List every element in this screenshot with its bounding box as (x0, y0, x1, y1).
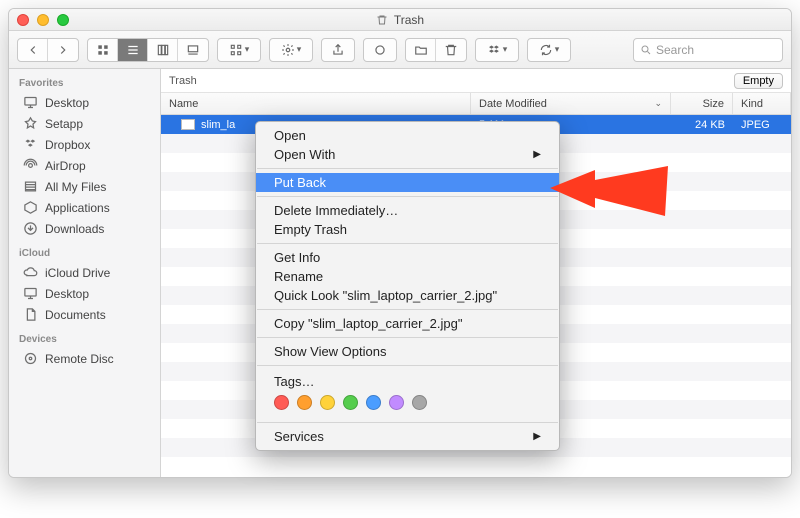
ctx-empty-trash[interactable]: Empty Trash (256, 220, 559, 239)
tag-orange-icon[interactable] (297, 395, 312, 410)
list-view-button[interactable] (118, 39, 148, 61)
toolbar: ▾ ▾ ▾ ▾ Search (9, 31, 791, 69)
column-view-button[interactable] (148, 39, 178, 61)
minimize-icon[interactable] (37, 14, 49, 26)
sidebar-section-favorites: Favorites (9, 69, 160, 92)
ctx-copy[interactable]: Copy "slim_laptop_carrier_2.jpg" (256, 314, 559, 333)
window-title-text: Trash (394, 13, 424, 27)
col-size[interactable]: Size (671, 93, 733, 114)
ctx-rename[interactable]: Rename (256, 267, 559, 286)
ctx-tags[interactable]: Tags… (274, 374, 541, 389)
ctx-separator (257, 309, 558, 310)
nav-back-forward (17, 38, 79, 62)
sidebar-item-downloads[interactable]: Downloads (9, 218, 160, 239)
tags-button[interactable] (363, 38, 397, 62)
folder-actions (405, 38, 467, 62)
tag-gray-icon[interactable] (412, 395, 427, 410)
sidebar-item-documents[interactable]: Documents (9, 304, 160, 325)
col-name[interactable]: Name (161, 93, 471, 114)
pathbar: Trash Empty (161, 69, 791, 93)
new-folder-button[interactable] (406, 39, 436, 61)
ctx-separator (257, 243, 558, 244)
ctx-separator (257, 337, 558, 338)
annotation-arrow (550, 156, 670, 231)
trash-icon (376, 13, 388, 27)
ctx-quick-look[interactable]: Quick Look "slim_laptop_carrier_2.jpg" (256, 286, 559, 305)
context-menu: Open Open With▶ Put Back Delete Immediat… (255, 121, 560, 451)
close-icon[interactable] (17, 14, 29, 26)
action-button[interactable]: ▾ (269, 38, 313, 62)
sidebar-item-desktop2[interactable]: Desktop (9, 283, 160, 304)
ctx-open-with[interactable]: Open With▶ (256, 145, 559, 164)
icon-view-button[interactable] (88, 39, 118, 61)
column-headers: Name Date Modified⌄ Size Kind (161, 93, 791, 115)
ctx-separator (257, 365, 558, 366)
traffic-lights (17, 14, 69, 26)
ctx-tags-section: Tags… (256, 370, 559, 418)
sidebar-section-devices: Devices (9, 325, 160, 348)
file-size-cell: 24 KB (671, 119, 733, 131)
ctx-open[interactable]: Open (256, 126, 559, 145)
ctx-separator (257, 422, 558, 423)
sidebar-item-dropbox[interactable]: Dropbox (9, 134, 160, 155)
gallery-view-button[interactable] (178, 39, 208, 61)
sidebar-item-desktop[interactable]: Desktop (9, 92, 160, 113)
sync-button[interactable]: ▾ (527, 38, 571, 62)
submenu-arrow-icon: ▶ (533, 431, 541, 442)
search-input[interactable]: Search (633, 38, 783, 62)
ctx-separator (257, 168, 558, 169)
sidebar-item-applications[interactable]: Applications (9, 197, 160, 218)
sidebar: Favorites Desktop Setapp Dropbox AirDrop… (9, 69, 161, 477)
sidebar-section-icloud: iCloud (9, 239, 160, 262)
search-placeholder: Search (656, 43, 694, 57)
ctx-separator (257, 196, 558, 197)
ctx-show-view-options[interactable]: Show View Options (256, 342, 559, 361)
tag-purple-icon[interactable] (389, 395, 404, 410)
maximize-icon[interactable] (57, 14, 69, 26)
delete-button[interactable] (436, 39, 466, 61)
file-kind-cell: JPEG (733, 119, 791, 131)
titlebar: Trash (9, 9, 791, 31)
ctx-delete-immediately[interactable]: Delete Immediately… (256, 201, 559, 220)
forward-button[interactable] (48, 39, 78, 61)
tag-green-icon[interactable] (343, 395, 358, 410)
empty-button[interactable]: Empty (734, 73, 783, 89)
share-button[interactable] (321, 38, 355, 62)
tag-yellow-icon[interactable] (320, 395, 335, 410)
ctx-get-info[interactable]: Get Info (256, 248, 559, 267)
ctx-put-back[interactable]: Put Back (256, 173, 559, 192)
col-kind[interactable]: Kind (733, 93, 791, 114)
window-title: Trash (376, 13, 424, 27)
submenu-arrow-icon: ▶ (533, 149, 541, 160)
ctx-services[interactable]: Services▶ (256, 427, 559, 446)
dropbox-button[interactable]: ▾ (475, 38, 519, 62)
tag-blue-icon[interactable] (366, 395, 381, 410)
col-date[interactable]: Date Modified⌄ (471, 93, 671, 114)
file-icon (181, 119, 195, 130)
sidebar-item-remotedisc[interactable]: Remote Disc (9, 348, 160, 369)
tag-red-icon[interactable] (274, 395, 289, 410)
back-button[interactable] (18, 39, 48, 61)
sidebar-item-allmyfiles[interactable]: All My Files (9, 176, 160, 197)
sidebar-item-setapp[interactable]: Setapp (9, 113, 160, 134)
tag-color-row (274, 395, 541, 410)
sidebar-item-iclouddrive[interactable]: iCloud Drive (9, 262, 160, 283)
arrange-button[interactable]: ▾ (217, 38, 261, 62)
sidebar-item-airdrop[interactable]: AirDrop (9, 155, 160, 176)
chevron-down-icon: ⌄ (654, 98, 662, 109)
search-icon (640, 44, 652, 56)
view-switcher (87, 38, 209, 62)
location-label: Trash (169, 75, 197, 87)
